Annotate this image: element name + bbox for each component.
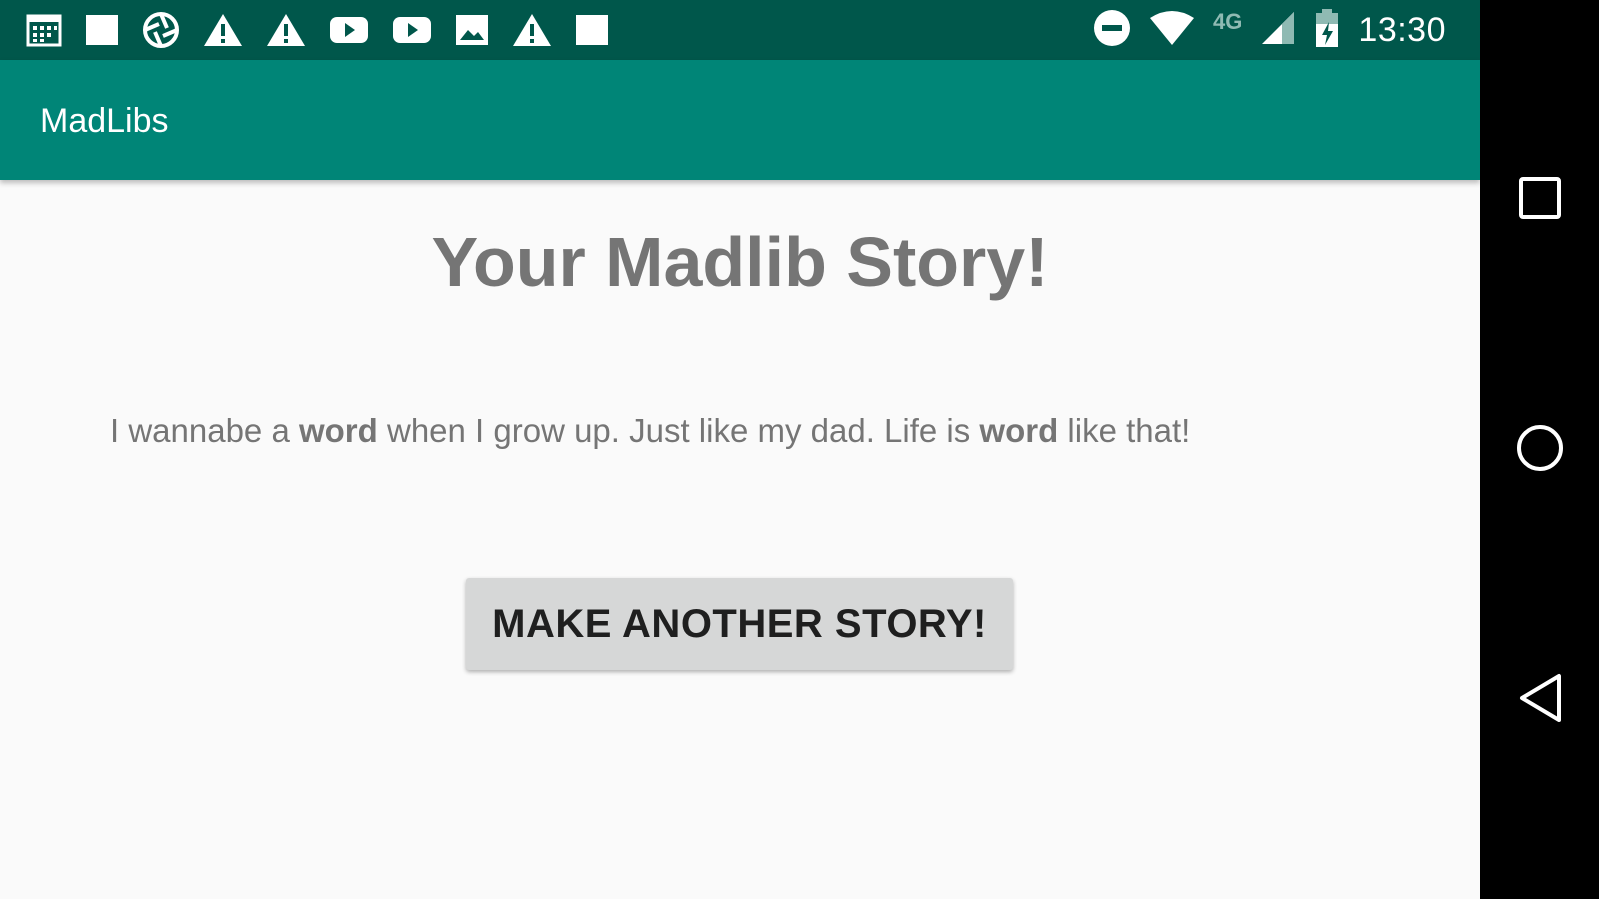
- recents-button[interactable]: [1480, 150, 1599, 250]
- navigation-bar: [1480, 0, 1599, 899]
- network-type: 4G: [1213, 9, 1243, 34]
- status-time: 13:30: [1358, 10, 1446, 49]
- back-icon: [1517, 672, 1563, 729]
- warning-icon: [203, 13, 243, 47]
- story-text-part: when I grow up. Just like my dad. Life i…: [377, 412, 980, 449]
- recents-icon: [1518, 176, 1562, 225]
- story-word: word: [979, 412, 1059, 449]
- make-another-story-button[interactable]: MAKE ANOTHER STORY!: [466, 578, 1013, 670]
- story-text: I wannabe a word when I grow up. Just li…: [110, 412, 1190, 450]
- back-button[interactable]: [1480, 650, 1599, 750]
- warning-icon: [266, 13, 306, 47]
- square-icon: [85, 13, 119, 47]
- do-not-disturb-icon: [1093, 9, 1131, 52]
- app-title: MadLibs: [40, 102, 169, 140]
- calendar-icon: [26, 13, 62, 47]
- image-icon: [455, 13, 489, 47]
- home-button[interactable]: [1480, 400, 1599, 500]
- app-bar: MadLibs: [0, 60, 1480, 180]
- battery-charging-icon: [1314, 8, 1340, 53]
- cell-signal-icon: [1260, 10, 1296, 51]
- warning-icon: [512, 13, 552, 47]
- story-word: word: [298, 412, 378, 449]
- notification-icons: [26, 12, 609, 48]
- aperture-icon: [142, 11, 180, 49]
- status-bar: 4G 13:30: [0, 0, 1480, 60]
- page-title: Your Madlib Story!: [431, 223, 1049, 301]
- square-icon: [575, 13, 609, 47]
- system-icons: 4G 13:30: [1093, 8, 1446, 53]
- app-screen: 4G 13:30 MadLibs Your Madlib Story! I wa…: [0, 0, 1480, 899]
- home-icon: [1515, 423, 1565, 478]
- wifi-icon: [1149, 10, 1195, 51]
- story-text-part: I wannabe a: [110, 412, 299, 449]
- youtube-icon: [329, 15, 369, 45]
- youtube-icon: [392, 15, 432, 45]
- story-text-part: like that!: [1058, 412, 1191, 449]
